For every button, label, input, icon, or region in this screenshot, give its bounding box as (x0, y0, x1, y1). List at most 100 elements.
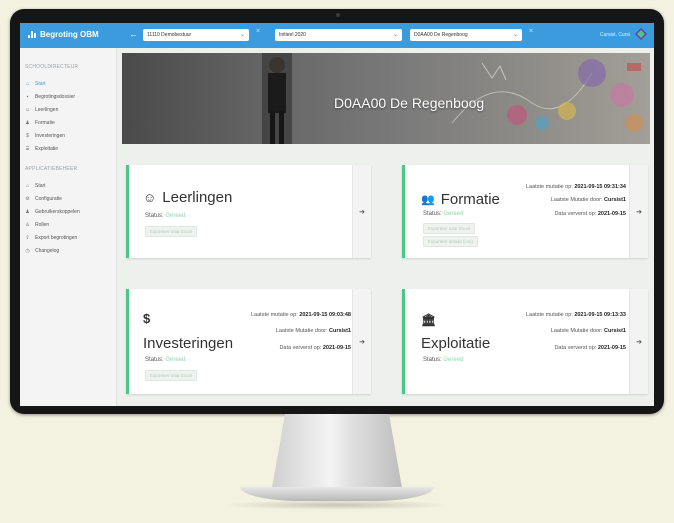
bestuur-select-value: 11110 Demobestuur (147, 32, 192, 38)
clock-icon: ◷ (25, 248, 30, 254)
begroting-select-value: Initieel 2020 (279, 32, 306, 38)
group-icon: ♟ (25, 120, 30, 126)
card-title-text: Formatie (440, 191, 500, 208)
bank-icon: ⌸ (25, 146, 29, 152)
sidebar-item-label: Changelog (35, 248, 60, 254)
chevron-down-icon: ⌄ (239, 32, 245, 38)
sidebar-item-configuratie[interactable]: ⚙ Configuratie (25, 196, 62, 202)
group-icon: 👥 (421, 194, 435, 206)
screen: Begroting OBM ← 11110 Demobestuur ⌄ × In… (20, 23, 654, 406)
ververst-row: Data ververst op: 2021-09-15 (526, 210, 626, 219)
card-exploitatie[interactable]: 🏛 Exploitatie Status: Gereed Laatste mut… (402, 289, 648, 394)
organization-logo-icon[interactable] (635, 28, 647, 40)
status-value: Gereed (443, 357, 464, 363)
door-row: Laatste Mutatie door: Cursist1 (516, 327, 626, 336)
sidebar-item-investeringen[interactable]: $ Investeringen (25, 133, 65, 139)
status-label: Status: (423, 211, 442, 217)
school-select[interactable]: D0AA00 De Regenboog ⌄ (410, 29, 522, 41)
chevron-down-icon: ⌄ (512, 32, 518, 38)
export-excel-button[interactable]: Exporteer naar Excel (145, 226, 198, 237)
sidebar: SCHOOLDIRECTEUR ⌂ Start ▪ Begrotingsdoss… (20, 48, 117, 406)
sidebar-item-export-begrotingen[interactable]: ⇪ Export begrotingen (25, 235, 77, 241)
ververst-row: Data ververst op: 2021-09-15 (516, 344, 626, 353)
arrow-right-icon: ➔ (359, 208, 365, 216)
webcam (336, 13, 340, 17)
bank-icon: 🏛 (421, 313, 437, 327)
door-value: Cursist1 (328, 327, 351, 334)
ververst-date: 2021-09-15 (597, 211, 626, 218)
sidebar-item-exploitatie[interactable]: ⌸ Exploitatie (25, 146, 58, 152)
exploitatie-meta: Laatste mutatie op: 2021-09-15 09:13:33 … (516, 311, 626, 353)
status-line: Status: Gereed (145, 357, 185, 363)
arrow-right-icon: ➔ (636, 338, 642, 346)
stand-shadow (220, 500, 454, 510)
mutatie-label: Laatste mutatie op: (251, 312, 298, 318)
status-value: Gereed (165, 357, 186, 363)
clear-school-icon[interactable]: × (529, 28, 533, 35)
users-icon: ♟ (25, 209, 30, 215)
ververst-date: 2021-09-15 (597, 345, 626, 352)
sidebar-item-label: Configuratie (35, 196, 62, 202)
door-value: Cursist1 (603, 196, 626, 203)
status-value: Gereed (165, 213, 186, 219)
sidebar-item-start[interactable]: ⌂ Start (25, 81, 46, 87)
card-leerlingen[interactable]: ☺ Leerlingen Status: Gereed Exporteer na… (126, 165, 371, 258)
arrow-right-icon: ➔ (359, 338, 365, 346)
home-icon: ⌂ (25, 183, 30, 189)
sidebar-item-changelog[interactable]: ◷ Changelog (25, 248, 59, 254)
open-investeringen-button[interactable]: ➔ (352, 289, 371, 394)
sidebar-item-label: Leerlingen (35, 107, 59, 113)
door-label: Laatste Mutatie door: (550, 327, 603, 334)
ververst-label: Data ververst op: (554, 211, 597, 218)
school-select-value: D0AA00 De Regenboog (414, 32, 468, 38)
card-formatie[interactable]: 👥 Formatie Status: Gereed Exporteer naar… (402, 165, 648, 258)
mutatie-label: Laatste mutatie op: (526, 312, 573, 318)
back-arrow-icon[interactable]: ← (129, 29, 138, 39)
door-value: Cursist1 (603, 327, 626, 334)
mutatie-date: 2021-09-15 09:03:48 (299, 312, 351, 318)
status-line: Status: Gereed (145, 213, 185, 219)
gear-icon: ⚙ (25, 196, 30, 202)
status-line: Status: Gereed (423, 357, 463, 363)
begroting-select[interactable]: Initieel 2020 ⌄ (275, 29, 402, 41)
dollar-icon: $ (26, 133, 29, 139)
clear-bestuur-icon[interactable]: × (256, 28, 260, 35)
sidebar-item-formatie[interactable]: ♟ Formatie (25, 120, 55, 126)
mutatie-row: Laatste mutatie op: 2021-09-15 09:03:48 (241, 311, 351, 320)
school-banner: D0AA00 De Regenboog (122, 53, 650, 144)
sidebar-item-begrotingsdossier[interactable]: ▪ Begrotingsdossier (25, 94, 75, 100)
status-line: Status: Gereed (423, 211, 463, 217)
door-label: Laatste Mutatie door: (550, 196, 603, 203)
dollar-icon: $ (143, 311, 151, 326)
sidebar-item-label: Start (35, 81, 46, 87)
sidebar-item-gebruikerskoppelen[interactable]: ♟ Gebruikerskoppelen (25, 209, 80, 215)
open-formatie-button[interactable]: ➔ (629, 165, 648, 258)
export-details-csv-button[interactable]: Exporteer details (csv) (423, 236, 478, 247)
sidebar-item-leerlingen[interactable]: ☺ Leerlingen (25, 107, 58, 113)
open-leerlingen-button[interactable]: ➔ (352, 165, 371, 258)
mutatie-date: 2021-09-15 09:13:33 (574, 312, 626, 318)
export-excel-button[interactable]: Exporteer naar Excel (145, 370, 198, 381)
monitor-frame: Begroting OBM ← 11110 Demobestuur ⌄ × In… (10, 9, 664, 414)
chevron-down-icon: ⌄ (392, 32, 398, 38)
sidebar-item-label: Gebruikerskoppelen (35, 209, 80, 215)
card-title-text: Leerlingen (162, 189, 233, 206)
sidebar-item-beheer-start[interactable]: ⌂ Start (25, 183, 46, 189)
smiley-icon: ☺ (143, 190, 157, 205)
roles-icon: ♙ (25, 222, 30, 228)
document-icon: ▪ (26, 94, 29, 100)
banner-title: D0AA00 De Regenboog (334, 95, 485, 111)
mutatie-row: Laatste mutatie op: 2021-09-15 09:31:34 (526, 183, 626, 192)
sidebar-item-rollen[interactable]: ♙ Rollen (25, 222, 49, 228)
bestuur-select[interactable]: 11110 Demobestuur ⌄ (143, 29, 249, 41)
card-investeringen[interactable]: $ Investeringen Status: Gereed Exporteer… (126, 289, 371, 394)
export-excel-button[interactable]: Exporteer naar Excel (423, 223, 476, 234)
app-brand[interactable]: Begroting OBM (28, 30, 99, 39)
open-exploitatie-button[interactable]: ➔ (629, 289, 648, 394)
formatie-meta: Laatste mutatie op: 2021-09-15 09:31:34 … (526, 183, 626, 219)
sidebar-item-label: Investeringen (35, 133, 66, 139)
sidebar-item-label: Begrotingsdossier (35, 94, 76, 100)
sidebar-item-label: Formatie (35, 120, 55, 126)
user-name[interactable]: Cursist, Cursi (600, 32, 630, 38)
status-value: Gereed (443, 211, 464, 217)
